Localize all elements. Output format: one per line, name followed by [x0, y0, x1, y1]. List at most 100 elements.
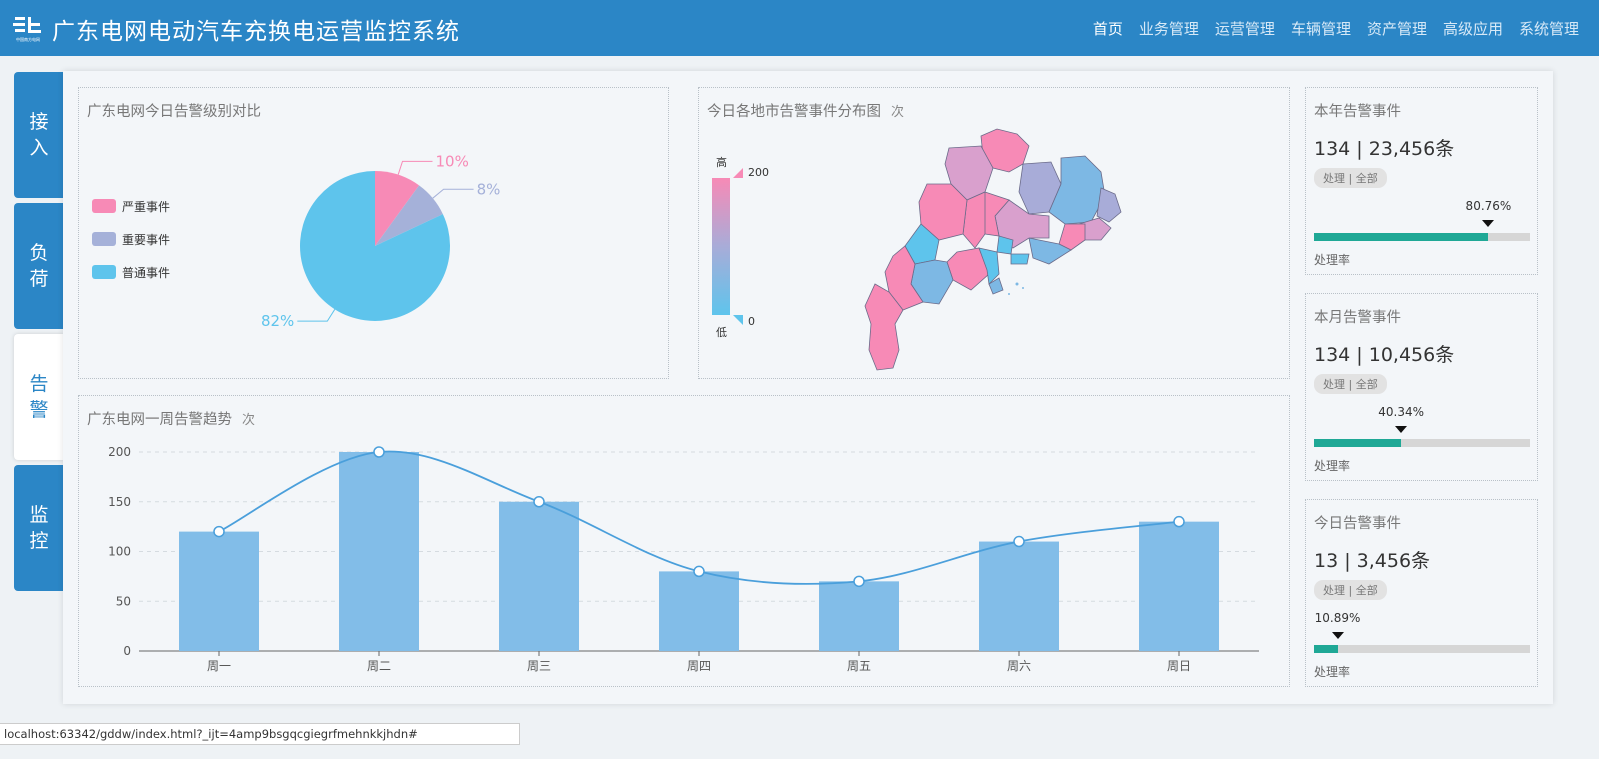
- trend-bar[interactable]: [339, 452, 419, 651]
- trend-line-point[interactable]: [533, 496, 545, 508]
- map-legend-low-label: 低: [716, 326, 727, 339]
- map-islands: [1008, 282, 1024, 295]
- map-region-shenzhen[interactable]: [1010, 253, 1030, 265]
- stat-title: 本月告警事件: [1314, 310, 1401, 326]
- stat-rate-percent: 80.76%: [1465, 199, 1512, 213]
- stat-progress-fill: [1314, 439, 1402, 447]
- trend-bar[interactable]: [819, 581, 899, 651]
- x-tick-label: 周一: [207, 659, 231, 673]
- pie-legend-label[interactable]: 重要事件: [122, 233, 170, 247]
- pie-legend-label[interactable]: 严重事件: [122, 200, 170, 214]
- map-legend-min: 0: [748, 315, 755, 328]
- trend-line-point[interactable]: [1173, 515, 1185, 528]
- map-legend-high-label: 高: [716, 155, 727, 169]
- nav-item-asset[interactable]: 资产管理: [1367, 18, 1427, 39]
- stat-progress-fill: [1314, 233, 1489, 241]
- stat-card-today: 今日告警事件 13 | 3,456条 处理 | 全部 10.89% 处理率: [1305, 499, 1538, 687]
- map-legend-handle-top[interactable]: [733, 168, 743, 178]
- stat-value: 13 | 3,456条: [1314, 550, 1431, 572]
- stat-card-year: 本年告警事件 134 | 23,456条 处理 | 全部 80.76% 处理率: [1305, 87, 1538, 275]
- pie-legend-swatch[interactable]: [92, 232, 116, 246]
- y-tick-label: 100: [108, 545, 131, 559]
- trend-line-point[interactable]: [693, 565, 705, 578]
- map-legend-gradient-bar: [712, 178, 730, 315]
- trend-bar[interactable]: [659, 571, 739, 651]
- city-alarm-map-panel: 今日各地市告警事件分布图次 高 200 0 低: [698, 87, 1290, 379]
- side-tab-label: 接入: [29, 111, 49, 159]
- nav-item-home[interactable]: 首页: [1093, 18, 1123, 39]
- app-header: 中国南方电网 广东电网电动汽车充换电运营监控系统 首页 业务管理 运营管理 车辆…: [0, 0, 1599, 56]
- alarm-level-pie-chart: 10% 严重事件 8% 重要事件 82% 普通事件: [92, 152, 501, 330]
- nav-item-vehicle[interactable]: 车辆管理: [1291, 18, 1351, 39]
- x-tick-label: 周二: [367, 659, 391, 673]
- trend-bar[interactable]: [499, 501, 579, 651]
- x-tick-label: 周四: [687, 659, 711, 673]
- weekly-alarm-trend-chart: 0 50 100 150 200 周一 周二 周三 周四 周五 周六 周日: [108, 445, 1259, 673]
- guangdong-alarm-map: 高 200 0 低: [712, 128, 1122, 371]
- pie-label-line: [297, 309, 336, 322]
- dashboard-content: 广东电网今日告警级别对比 10% 严重事件 8% 重要事件 82% 普通事件 今日各地市告…: [63, 71, 1553, 704]
- side-tab-label: 负荷: [29, 242, 49, 290]
- nav-item-advanced[interactable]: 高级应用: [1443, 18, 1503, 39]
- stat-value: 134 | 10,456条: [1314, 344, 1455, 366]
- trend-bar[interactable]: [979, 541, 1059, 651]
- pie-legend-swatch[interactable]: [92, 265, 116, 279]
- pie-label-line: [432, 188, 474, 199]
- pie-slice-label: 82%: [261, 312, 294, 330]
- stat-rate-label: 处理率: [1314, 459, 1351, 473]
- x-tick-label: 周六: [1007, 659, 1031, 673]
- app-title: 广东电网电动汽车充换电运营监控系统: [52, 19, 460, 45]
- nav-item-system[interactable]: 系统管理: [1519, 18, 1579, 39]
- side-tab-monitor[interactable]: 监控: [14, 465, 64, 591]
- stat-rate-label: 处理率: [1314, 253, 1351, 267]
- province-map: [864, 128, 1122, 371]
- stat-filter-badge[interactable]: 处理 | 全部: [1314, 374, 1387, 394]
- trend-line-point[interactable]: [373, 446, 385, 458]
- stat-value: 134 | 23,456条: [1314, 138, 1455, 160]
- stat-rate-percent: 10.89%: [1314, 611, 1361, 625]
- stat-rate-label: 处理率: [1314, 665, 1351, 679]
- stat-card-month: 本月告警事件 134 | 10,456条 处理 | 全部 40.34% 处理率: [1305, 293, 1538, 481]
- side-tab-alarm[interactable]: 告警: [14, 334, 64, 460]
- pie-slice-label: 8%: [477, 180, 501, 198]
- side-tab-label: 告警: [29, 373, 49, 421]
- logo-caption: 中国南方电网: [16, 36, 40, 42]
- pie-legend-swatch[interactable]: [92, 199, 116, 213]
- trend-line-point[interactable]: [213, 525, 225, 538]
- stat-filter-badge[interactable]: 处理 | 全部: [1314, 168, 1387, 188]
- browser-status-bar: localhost:63342/gddw/index.html?_ijt=4am…: [0, 723, 520, 745]
- side-tab-access[interactable]: 接入: [14, 72, 64, 198]
- stat-progress-fill: [1314, 645, 1338, 653]
- logo-icon: 中国南方电网: [13, 17, 41, 42]
- pie-label-line: [397, 160, 433, 175]
- stat-title: 本年告警事件: [1314, 104, 1401, 120]
- y-tick-label: 50: [116, 594, 131, 608]
- stat-progress-track: [1314, 439, 1530, 447]
- side-tab-load[interactable]: 负荷: [14, 203, 64, 329]
- x-tick-label: 周三: [527, 659, 551, 673]
- stat-rate-percent: 40.34%: [1378, 405, 1425, 419]
- pie-legend-label[interactable]: 普通事件: [122, 266, 170, 280]
- stat-title: 今日告警事件: [1314, 516, 1401, 532]
- y-tick-label: 0: [123, 644, 131, 658]
- stat-filter-badge[interactable]: 处理 | 全部: [1314, 580, 1387, 600]
- trend-bar[interactable]: [179, 531, 259, 651]
- alarm-level-pie-panel: 广东电网今日告警级别对比 10% 严重事件 8% 重要事件 82% 普通事件: [78, 87, 669, 379]
- stat-rate-pointer-icon: [1331, 632, 1344, 639]
- trend-line-point[interactable]: [853, 575, 865, 588]
- stat-progress-track: [1314, 233, 1530, 241]
- y-tick-label: 200: [108, 445, 131, 459]
- x-tick-label: 周五: [847, 659, 871, 673]
- stat-progress-track: [1314, 645, 1530, 653]
- y-tick-label: 150: [108, 495, 131, 509]
- nav-item-operation[interactable]: 运营管理: [1215, 18, 1275, 39]
- x-tick-label: 周日: [1167, 659, 1191, 673]
- trend-bar[interactable]: [1139, 521, 1219, 651]
- map-legend-handle-bottom[interactable]: [733, 315, 743, 325]
- nav-item-business[interactable]: 业务管理: [1139, 18, 1199, 39]
- trend-line-point[interactable]: [1013, 535, 1025, 548]
- stat-rate-pointer-icon: [1395, 426, 1408, 433]
- top-navigation: 首页 业务管理 运营管理 车辆管理 资产管理 高级应用 系统管理: [1093, 18, 1579, 39]
- map-region-chaozhou[interactable]: [1096, 187, 1122, 223]
- side-tab-label: 监控: [29, 504, 49, 552]
